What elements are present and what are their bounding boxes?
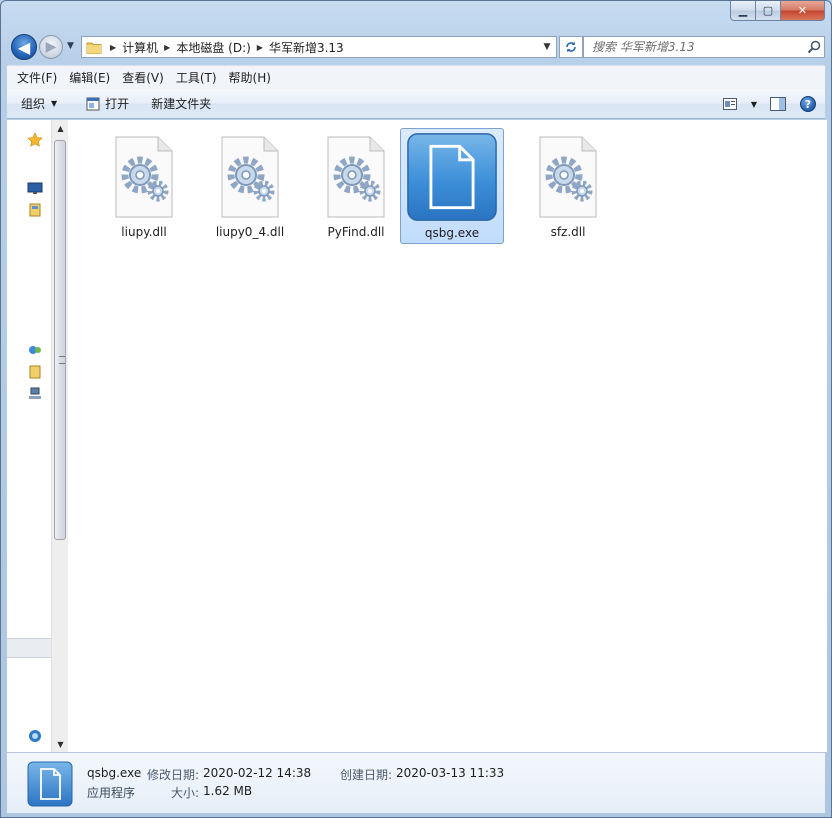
address-dropdown-icon[interactable]: ▼ (538, 37, 556, 57)
details-file-name: qsbg.exe (87, 766, 142, 780)
menu-bar: 文件(F) 编辑(E) 查看(V) 工具(T) 帮助(H) (7, 65, 825, 89)
dll-gear-file-icon (221, 136, 279, 218)
details-modified-label: 修改日期: (147, 768, 200, 782)
search-icon[interactable] (804, 40, 824, 54)
favorites-star-icon[interactable] (27, 132, 43, 148)
close-button[interactable]: ✕ (781, 1, 825, 21)
dll-gear-file-icon (115, 136, 173, 218)
menu-help[interactable]: 帮助(H) (223, 69, 277, 86)
back-button[interactable]: ◀ (11, 34, 37, 60)
command-bar: 组织 ▼ 打开 新建文件夹 ▼ ? (7, 89, 825, 119)
refresh-button[interactable] (559, 36, 583, 58)
view-controls: ▼ ? (717, 92, 821, 116)
help-button[interactable]: ? (795, 92, 821, 116)
preview-pane-icon (770, 97, 786, 111)
file-name-label: PyFind.dll (327, 225, 385, 239)
computer-folder-icon[interactable] (27, 364, 43, 380)
breadcrumb-separator-icon[interactable]: ▶ (257, 43, 263, 52)
breadcrumb-separator-icon[interactable]: ▶ (110, 43, 116, 52)
details-created-value: 2020-03-13 11:33 (396, 766, 505, 780)
details-pane: qsbg.exe 应用程序 修改日期: 2020-02-12 14:38 创建日… (7, 752, 825, 813)
refresh-icon (566, 41, 576, 53)
exe-application-icon (407, 133, 497, 221)
scrollbar-thumb[interactable] (54, 140, 66, 540)
file-item-pyfind-dll[interactable]: PyFind.dll (304, 128, 408, 244)
file-name-label: liupy.dll (121, 225, 167, 239)
navigation-bar: ◀ ▶ ▼ ▶ 计算机 ▶ 本地磁盘 (D:) ▶ 华军新增3.13 ▼ (9, 32, 825, 60)
details-created-label: 创建日期: (340, 768, 393, 782)
new-folder-label: 新建文件夹 (151, 97, 212, 111)
menu-tools[interactable]: 工具(T) (170, 69, 223, 86)
scrollbar-grip-icon (59, 356, 65, 364)
maximize-button[interactable]: ▢ (756, 1, 781, 21)
preview-pane-button[interactable] (765, 92, 791, 116)
network-icon[interactable] (27, 386, 43, 402)
control-panel-icon[interactable] (27, 728, 43, 744)
breadcrumb-computer[interactable]: 计算机 (122, 39, 158, 56)
details-size-label: 大小: (171, 786, 200, 800)
help-icon: ? (800, 96, 816, 112)
navigation-pane-band (7, 638, 51, 658)
details-size-value: 1.62 MB (203, 784, 253, 798)
folder-icon (86, 38, 104, 56)
view-icon (723, 98, 737, 110)
libraries-icon[interactable] (27, 202, 43, 218)
search-box[interactable] (583, 36, 825, 58)
change-view-button[interactable] (717, 92, 743, 116)
new-folder-button[interactable]: 新建文件夹 (143, 92, 219, 116)
file-list-view: liupy.dll liupy0_4.dll PyFind.dll qsbg.e… (68, 120, 827, 752)
file-name-label: liupy0_4.dll (215, 225, 285, 239)
dll-gear-file-icon (327, 136, 385, 218)
details-modified-value: 2020-02-12 14:38 (203, 766, 312, 780)
recent-pages-dropdown[interactable]: ▼ (67, 41, 74, 51)
file-item-qsbg-exe[interactable]: qsbg.exe (400, 128, 504, 244)
search-input[interactable] (584, 40, 804, 54)
desktop-icon[interactable] (27, 180, 43, 196)
navigation-pane-scrollbar[interactable]: ▲ ▼ (51, 120, 68, 752)
file-item-liupy0-4-dll[interactable]: liupy0_4.dll (198, 128, 302, 244)
scroll-up-icon[interactable]: ▲ (52, 120, 69, 136)
forward-button[interactable]: ▶ (39, 35, 63, 59)
breadcrumb-current-folder[interactable]: 华军新增3.13 (269, 39, 344, 56)
scroll-down-icon[interactable]: ▼ (52, 736, 69, 752)
details-file-type: 应用程序 (87, 786, 136, 800)
navigation-pane: ▲ ▼ (7, 120, 68, 752)
chevron-down-icon: ▼ (51, 99, 58, 108)
window-caption-buttons: ▁ ▢ ✕ (730, 1, 825, 21)
view-options-chevron-down-icon[interactable]: ▼ (747, 92, 761, 116)
minimize-button[interactable]: ▁ (730, 1, 756, 21)
homegroup-icon[interactable] (27, 342, 43, 358)
explorer-window: ▁ ▢ ✕ ◀ ▶ ▼ ▶ 计算机 ▶ 本地磁盘 (D:) ▶ 华军新增3.13… (0, 0, 832, 818)
breadcrumb-local-disk[interactable]: 本地磁盘 (D:) (176, 39, 250, 56)
address-bar[interactable]: ▶ 计算机 ▶ 本地磁盘 (D:) ▶ 华军新增3.13 ▼ (81, 36, 557, 58)
exe-application-icon (27, 761, 73, 807)
dll-gear-file-icon (539, 136, 597, 218)
open-label: 打开 (105, 97, 130, 111)
file-name-label: qsbg.exe (424, 226, 480, 240)
open-program-icon (86, 97, 100, 110)
file-item-sfz-dll[interactable]: sfz.dll (516, 128, 620, 244)
file-item-liupy-dll[interactable]: liupy.dll (92, 128, 196, 244)
breadcrumb-separator-icon[interactable]: ▶ (164, 43, 170, 52)
menu-file[interactable]: 文件(F) (11, 69, 63, 86)
organize-label: 组织 (21, 97, 46, 111)
organize-button[interactable]: 组织 ▼ (7, 92, 65, 116)
menu-view[interactable]: 查看(V) (116, 69, 170, 86)
open-button[interactable]: 打开 (77, 92, 137, 116)
menu-edit[interactable]: 编辑(E) (63, 69, 116, 86)
file-name-label: sfz.dll (550, 225, 586, 239)
